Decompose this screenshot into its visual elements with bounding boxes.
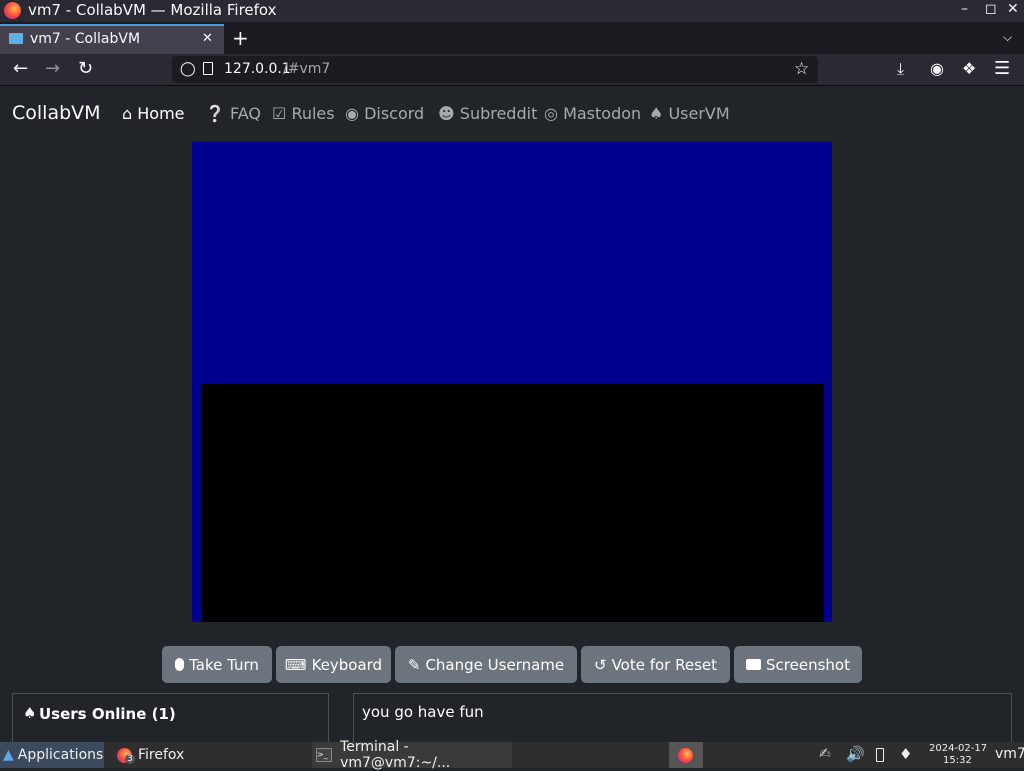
chat-message: you go have fun (362, 703, 484, 721)
download-icon[interactable]: ⤓ (897, 59, 904, 79)
url-host: 127.0.0.1 (224, 61, 291, 77)
clipboard-check-icon: ☑ (272, 104, 287, 123)
session-user[interactable]: vm7 (995, 746, 1024, 762)
monitor-icon (9, 33, 23, 44)
site-brand[interactable]: CollabVM (12, 102, 101, 124)
account-icon[interactable]: ◉ (930, 59, 944, 78)
change-username-button[interactable]: ✎ Change Username (395, 646, 577, 683)
nav-mastodon[interactable]: ◎ Mastodon (544, 104, 641, 123)
new-tab-button[interactable]: + (232, 26, 249, 50)
users-online-panel: ♠ Users Online (1) (12, 693, 329, 743)
user-icon: ♠ (23, 704, 37, 722)
extensions-icon[interactable]: ❖ (962, 59, 976, 78)
reload-button[interactable]: ↻ (78, 58, 93, 79)
url-path: /#vm7 (283, 61, 331, 77)
nav-mastodon-label: Mastodon (563, 104, 642, 123)
user-icon: ♠ (649, 104, 664, 123)
tab-close-button[interactable]: ✕ (202, 31, 213, 46)
shield-icon: ◯ (180, 61, 196, 77)
home-icon: ⌂ (122, 104, 133, 123)
battery-icon[interactable] (876, 748, 884, 762)
notification-bell-icon[interactable]: ♦ (899, 745, 912, 763)
tab-list-button[interactable]: ⌵ (1003, 30, 1012, 45)
applications-icon: ▲ (3, 747, 14, 763)
tab-title: vm7 - CollabVM (30, 31, 141, 47)
nav-home[interactable]: ⌂ Home (122, 104, 185, 123)
nav-subreddit-label: Subreddit (459, 104, 538, 123)
screenshot-button[interactable]: Screenshot (734, 646, 862, 683)
nav-discord-label: Discord (364, 104, 425, 123)
discord-icon: ◉ (345, 104, 359, 123)
signature-icon: ✎ (407, 655, 421, 674)
applications-label: Applications (17, 747, 104, 763)
minimize-button[interactable]: – (961, 1, 968, 17)
nav-faq-label: FAQ (230, 104, 262, 123)
users-online-heading: Users Online (1) (39, 705, 176, 723)
taskbar-terminal-button[interactable]: >_ Terminal - vm7@vm7:~/... (312, 739, 512, 771)
keyboard-label: Keyboard (311, 655, 383, 674)
clock-date[interactable]: 2024-02-17 (929, 743, 987, 754)
forward-button[interactable]: → (45, 58, 60, 79)
terminal-icon: >_ (316, 748, 333, 762)
mastodon-icon: ◎ (544, 104, 558, 123)
screenshot-label: Screenshot (766, 655, 850, 674)
back-button[interactable]: ← (13, 58, 28, 79)
question-icon: ❔ (205, 104, 225, 123)
nav-rules[interactable]: ☑ Rules (272, 104, 335, 123)
close-window-button[interactable]: ✕ (1007, 1, 1019, 17)
firefox-logo-icon (678, 747, 693, 763)
firefox-window-count-badge: 3 (125, 754, 135, 764)
window-titlebar: vm7 - CollabVM — Mozilla Firefox – ◻ ✕ (0, 0, 1024, 22)
workspace-switcher[interactable] (669, 742, 703, 768)
mouse-icon (175, 658, 185, 671)
menu-icon[interactable]: ☰ (994, 58, 1010, 79)
star-icon[interactable]: ☆ (794, 59, 809, 79)
volume-icon[interactable]: 🔊 (846, 745, 865, 763)
vote-reset-label: Vote for Reset (611, 655, 718, 674)
chat-panel: you go have fun (353, 693, 1012, 743)
applications-menu-button[interactable]: ▲ Applications (0, 742, 104, 768)
taskbar-terminal-label: Terminal - vm7@vm7:~/... (340, 739, 451, 771)
firefox-logo-icon (4, 2, 21, 19)
vm-display-dark-region (202, 384, 824, 622)
nav-uservm-label: UserVM (668, 104, 730, 123)
keyboard-button[interactable]: ⌨ Keyboard (276, 646, 391, 683)
taskbar-firefox-button[interactable]: 3 Firefox (114, 742, 304, 768)
clock-time[interactable]: 15:32 (943, 755, 972, 766)
taskbar-firefox-label: Firefox (138, 747, 185, 763)
rotate-left-icon: ↺ (593, 655, 607, 674)
maximize-button[interactable]: ◻ (985, 1, 997, 17)
nav-discord[interactable]: ◉ Discord (345, 104, 424, 123)
nav-home-label: Home (137, 104, 185, 123)
take-turn-label: Take Turn (189, 655, 259, 674)
page-icon (203, 62, 213, 75)
nav-subreddit[interactable]: ☻ Subreddit (438, 104, 537, 123)
url-bar[interactable]: ◯ 127.0.0.1 /#vm7 ☆ (172, 56, 818, 83)
nav-uservm[interactable]: ♠ UserVM (649, 104, 730, 123)
vote-reset-button[interactable]: ↺ Vote for Reset (581, 646, 730, 683)
reddit-icon: ☻ (438, 104, 455, 123)
nav-rules-label: Rules (291, 104, 335, 123)
change-username-label: Change Username (425, 655, 565, 674)
nav-faq[interactable]: ❔ FAQ (205, 104, 261, 123)
tab-collabvm[interactable]: vm7 - CollabVM ✕ (0, 24, 224, 54)
pen-icon[interactable]: ✍ (819, 746, 831, 762)
camera-icon (746, 659, 762, 670)
window-title: vm7 - CollabVM — Mozilla Firefox (28, 1, 277, 19)
keyboard-icon: ⌨ (284, 655, 307, 674)
take-turn-button[interactable]: Take Turn (162, 646, 272, 683)
